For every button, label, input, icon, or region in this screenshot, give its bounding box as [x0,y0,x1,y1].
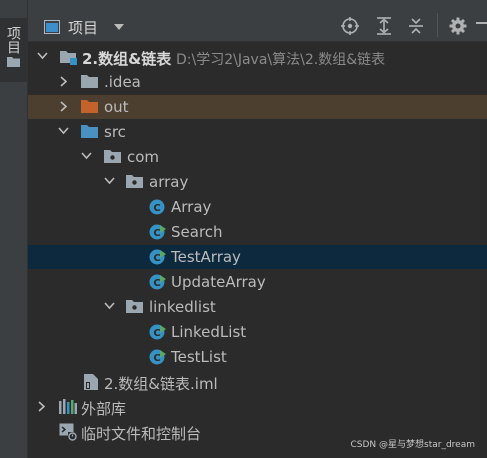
tree-row-testarray-class[interactable]: C TestArray [28,245,487,269]
chevron-down-icon[interactable] [37,52,48,60]
crosshair-icon[interactable] [341,17,359,35]
chevron-down-icon[interactable] [81,152,92,160]
runnable-class-icon: C [149,274,166,290]
folder-icon [7,57,20,67]
source-folder-icon [81,125,98,138]
library-icon [59,399,77,414]
project-root-label: 2.数组&链表 [82,50,172,68]
chevron-down-icon[interactable] [58,127,69,135]
gear-icon[interactable] [449,17,467,35]
project-panel: 项目 2.数组&链表 D:\学习2\Java\算法\2.数组&链表 .idea … [28,0,487,458]
external-libraries-label: 外部库 [81,400,127,418]
linkedlist-package-label: linkedlist [149,298,216,316]
csdn-watermark: CSDN @星与梦想star_dream [350,440,476,450]
chevron-right-icon[interactable] [38,401,46,412]
chevron-down-icon[interactable] [114,24,124,30]
module-folder-icon [60,51,77,65]
tree-row-updatearray-class[interactable]: C UpdateArray [28,270,487,294]
chevron-down-icon[interactable] [104,177,115,185]
folder-icon [81,75,98,88]
svg-text:C: C [153,328,160,339]
runnable-class-icon: C [149,349,166,365]
chevron-right-icon[interactable] [60,76,68,87]
package-icon [126,300,143,313]
com-package-label: com [127,148,160,166]
java-class-icon: C [149,199,165,215]
tree-row-project-root[interactable]: 2.数组&链表 D:\学习2\Java\算法\2.数组&链表 [28,45,487,69]
tree-row-com[interactable]: com [28,145,487,169]
collapse-all-icon[interactable] [407,17,425,35]
tree-row-out[interactable]: out [28,95,487,119]
linkedlist-class-label: LinkedList [171,323,247,341]
view-selector-label[interactable]: 项目 [68,17,98,38]
array-package-label: array [149,173,189,191]
tool-window-strip: 项目 [0,0,28,458]
svg-text:C: C [153,228,160,239]
runnable-class-icon: C [149,324,166,340]
project-toolbar: 项目 [28,0,487,42]
svg-text:C: C [153,203,160,214]
tree-row-array-class[interactable]: C Array [28,195,487,219]
testlist-class-label: TestList [171,348,227,366]
tree-row-idea[interactable]: .idea [28,70,487,94]
project-tab-label: 项目 [5,26,21,54]
minimize-icon[interactable] [476,22,487,25]
chevron-down-icon[interactable] [104,302,115,310]
scratches-icon [59,423,77,441]
project-tool-window-tab[interactable]: 项目 [0,18,27,82]
tree-row-array[interactable]: array [28,170,487,194]
tree-row-linkedlist[interactable]: linkedlist [28,295,487,319]
package-icon [126,175,143,188]
out-folder-label: out [104,98,129,116]
tree-row-search-class[interactable]: C Search [28,220,487,244]
tree-row-linkedlist-class[interactable]: C LinkedList [28,320,487,344]
svg-text:C: C [153,278,160,289]
runnable-class-icon: C [149,249,166,265]
testarray-class-label: TestArray [171,248,241,266]
tree-row-testlist-class[interactable]: C TestList [28,345,487,369]
tree-row-src[interactable]: src [28,120,487,144]
module-file-icon [84,374,98,390]
search-class-label: Search [171,223,223,241]
iml-file-label: 2.数组&链表.iml [104,375,218,393]
excluded-folder-icon [81,100,98,113]
project-root-path: D:\学习2\Java\算法\2.数组&链表 [176,52,386,68]
runnable-class-icon: C [149,224,166,240]
scratches-label: 临时文件和控制台 [81,425,202,443]
svg-text:C: C [153,353,160,364]
updatearray-class-label: UpdateArray [171,273,266,291]
idea-folder-label: .idea [104,73,141,91]
tree-row-iml-file[interactable]: 2.数组&链表.iml [28,370,487,394]
chevron-right-icon[interactable] [60,101,68,112]
expand-all-icon[interactable] [375,17,393,35]
package-icon [104,150,121,163]
project-view-icon [44,20,60,34]
toolbar-separator [437,13,438,37]
src-folder-label: src [104,123,126,141]
svg-text:C: C [153,253,160,264]
array-class-label: Array [171,198,212,216]
tree-row-external-libraries[interactable]: 外部库 [28,395,487,419]
